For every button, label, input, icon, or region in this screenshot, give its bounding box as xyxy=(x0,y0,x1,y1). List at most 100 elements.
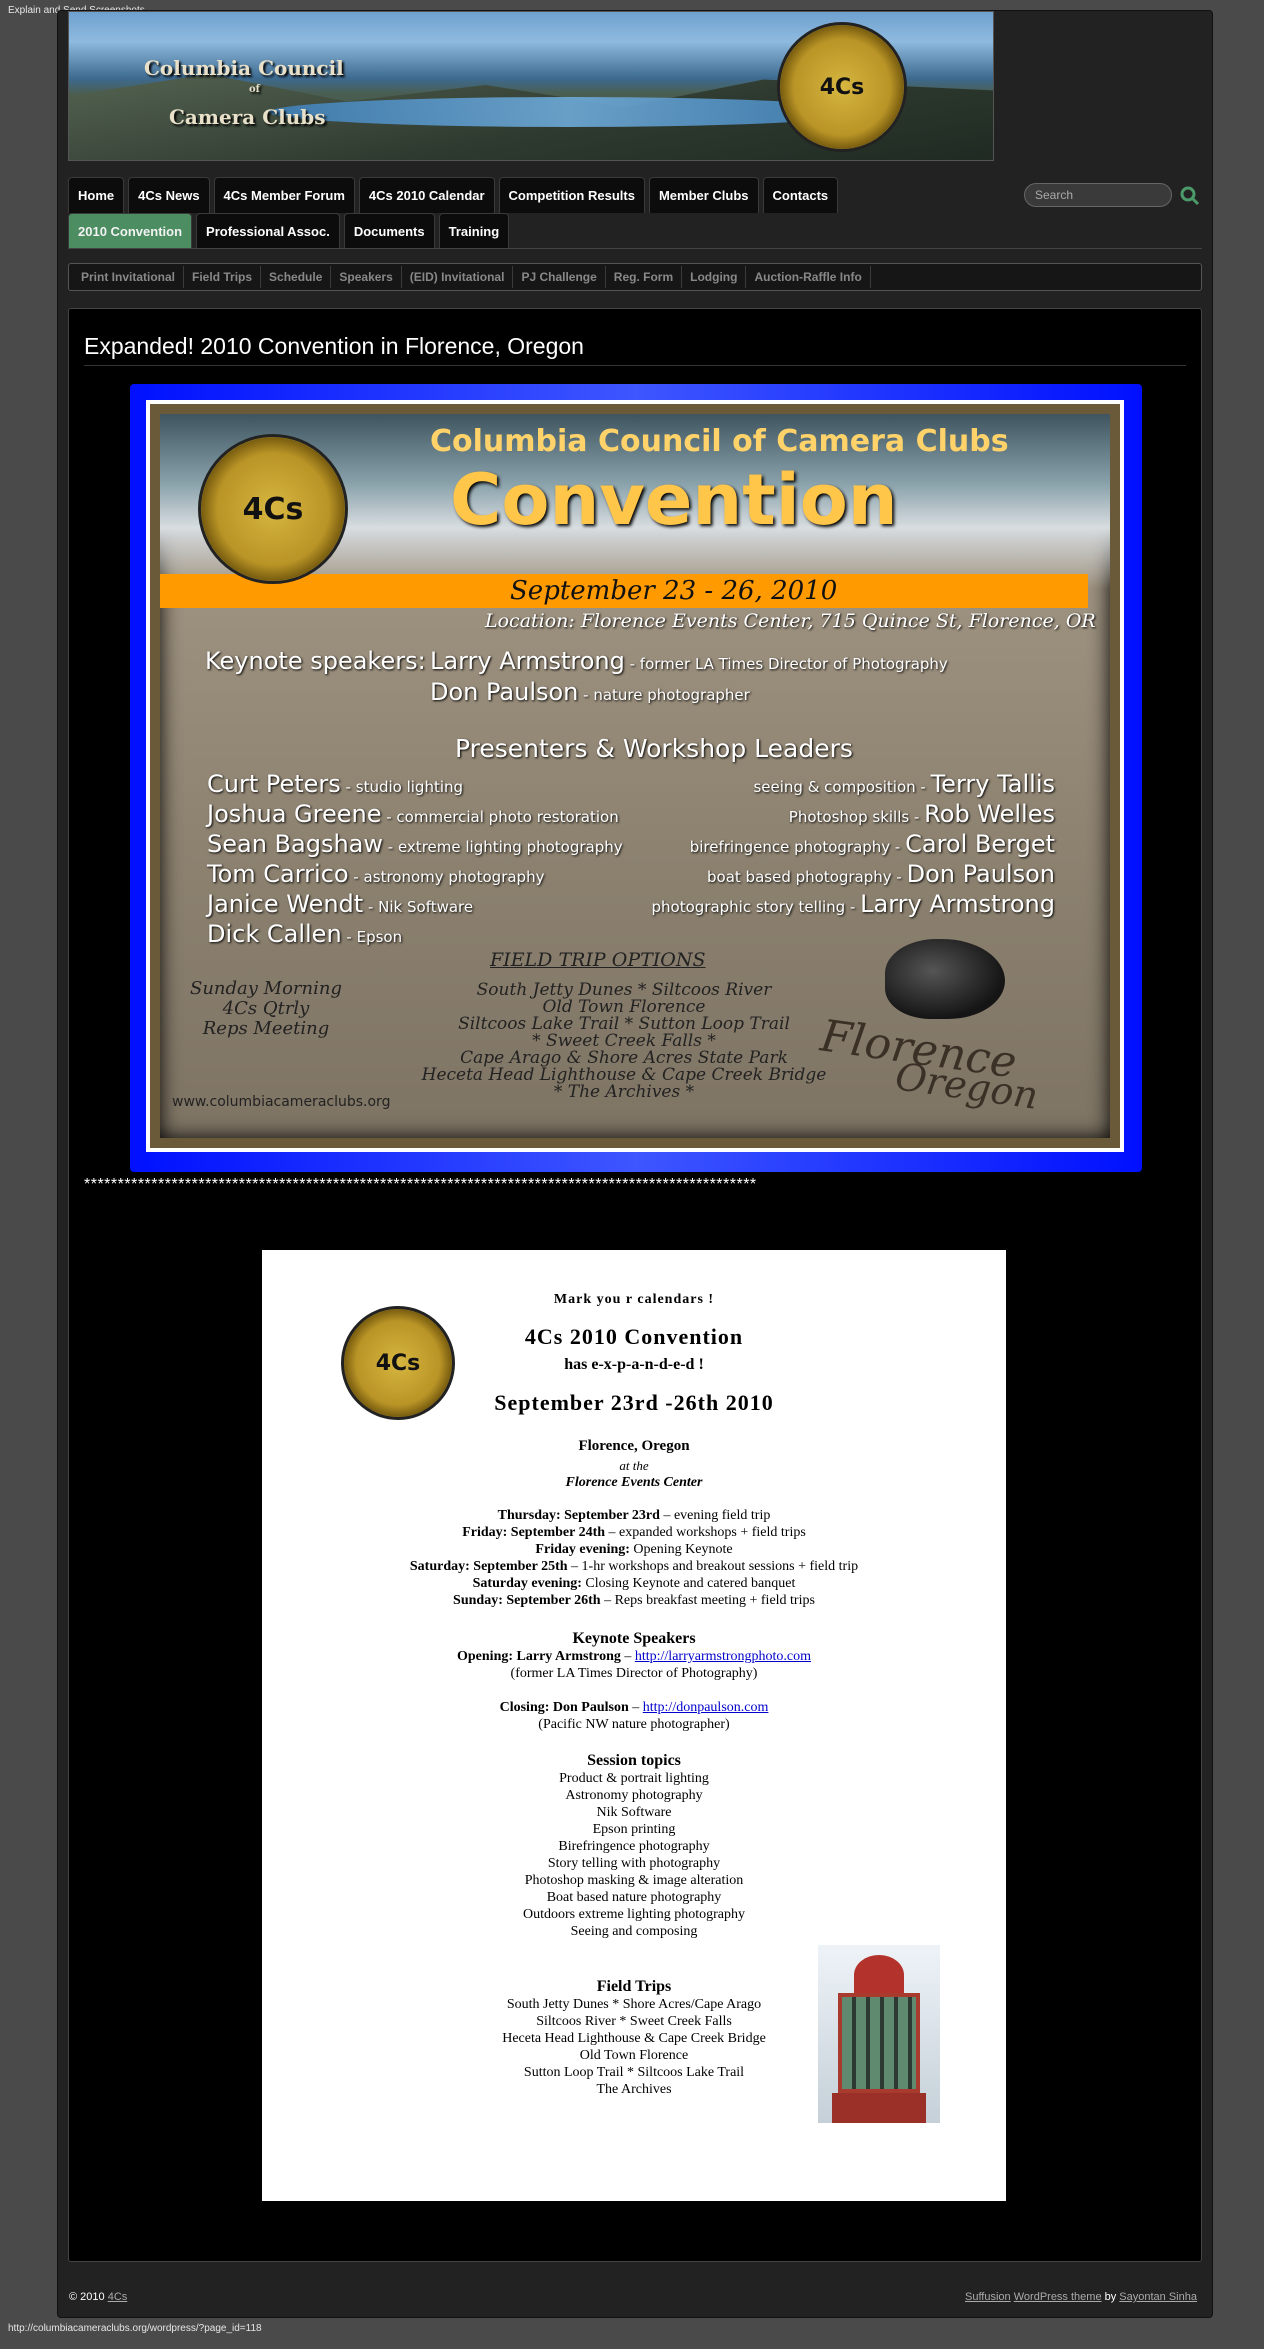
nav-calendar[interactable]: 4Cs 2010 Calendar xyxy=(358,177,495,213)
flyer-closing-keynote: Closing: Don Paulson – http://donpaulson… xyxy=(499,1700,769,1715)
flyer-topic: Boat based nature photography xyxy=(546,1890,722,1905)
flyer-schedule-item: Friday: September 24th – expanded worksh… xyxy=(462,1525,806,1540)
main-nav-row2: 2010 Convention Professional Assoc. Docu… xyxy=(68,213,510,249)
flyer-topic: Story telling with photography xyxy=(547,1856,721,1871)
nav-training[interactable]: Training xyxy=(438,213,510,249)
subnav-lodging[interactable]: Lodging xyxy=(682,266,747,288)
poster-keynote1: Larry Armstrong - former LA Times Direct… xyxy=(430,647,948,675)
asterisk-divider: ****************************************… xyxy=(84,1176,757,1193)
nav-documents[interactable]: Documents xyxy=(343,213,435,249)
flyer-topics-heading: Session topics xyxy=(587,1752,681,1769)
nav-member-forum[interactable]: 4Cs Member Forum xyxy=(213,177,355,213)
poster-org-name: Columbia Council of Camera Clubs xyxy=(430,424,1009,459)
poster-presenters-title: Presenters & Workshop Leaders xyxy=(455,734,853,763)
nav-2010-convention[interactable]: 2010 Convention xyxy=(68,213,193,249)
nav-home[interactable]: Home xyxy=(68,177,125,213)
poster-presenter-right: birefringence photography - Carol Berget xyxy=(689,830,1055,858)
flyer-trip: Sutton Loop Trail * Siltcoos Lake Trail xyxy=(523,2065,745,2080)
flyer-opening-note: (former LA Times Director of Photography… xyxy=(510,1666,758,1681)
main-nav-row1: Home 4Cs News 4Cs Member Forum 4Cs 2010 … xyxy=(68,177,839,213)
footer-wp-link[interactable]: WordPress theme xyxy=(1014,2291,1102,2303)
subnav-speakers[interactable]: Speakers xyxy=(331,266,402,288)
flyer-schedule-item: Saturday evening: Closing Keynote and ca… xyxy=(472,1576,796,1591)
title-underline xyxy=(84,365,1186,366)
poster-presenter-left: Joshua Greene - commercial photo restora… xyxy=(207,800,619,828)
flyer-trip: Old Town Florence xyxy=(579,2048,689,2063)
poster-location: Location: Florence Events Center, 715 Qu… xyxy=(485,610,1096,632)
browser-status-url: http://columbiacameraclubs.org/wordpress… xyxy=(8,2323,262,2334)
poster-presenter-left: Curt Peters - studio lighting xyxy=(207,770,464,798)
poster-field-trip-title: FIELD TRIP OPTIONS xyxy=(490,949,706,971)
flyer-dates: September 23rd -26th 2010 xyxy=(494,1390,774,1415)
poster-presenter-left: Tom Carrico - astronomy photography xyxy=(207,860,545,888)
poster-presenter-left: Dick Callen - Epson xyxy=(207,920,403,948)
flyer-mark-calendars: Mark you r calendars ! xyxy=(553,1292,715,1307)
flyer-topic: Outdoors extreme lighting photography xyxy=(522,1907,746,1922)
subnav-print-invitational[interactable]: Print Invitational xyxy=(73,266,185,288)
flyer-closing-note: (Pacific NW nature photographer) xyxy=(538,1717,730,1732)
banner-title-line3: Camera Clubs xyxy=(169,105,326,129)
nav-competition-results[interactable]: Competition Results xyxy=(498,177,645,213)
subnav-schedule[interactable]: Schedule xyxy=(261,266,332,288)
poster-keynote-label: Keynote speakers: xyxy=(205,647,426,675)
flyer-topic: Photoshop masking & image alteration xyxy=(524,1873,744,1888)
flyer-topic: Nik Software xyxy=(596,1805,672,1820)
flyer-opening-keynote: Opening: Larry Armstrong – http://larrya… xyxy=(457,1649,811,1664)
flyer-schedule-item: Friday evening: Opening Keynote xyxy=(535,1542,733,1557)
nav-member-clubs[interactable]: Member Clubs xyxy=(648,177,759,213)
nav-professional-assoc[interactable]: Professional Assoc. xyxy=(196,213,340,249)
sub-navigation: Print Invitational Field Trips Schedule … xyxy=(68,263,1202,291)
poster-url: www.columbiacameraclubs.org xyxy=(172,1094,391,1110)
search-icon[interactable] xyxy=(1180,186,1200,206)
nav-divider xyxy=(68,248,1202,249)
larry-armstrong-link[interactable]: http://larryarmstrongphoto.com xyxy=(635,1649,811,1664)
poster-seal-logo: 4Cs xyxy=(198,434,348,584)
flyer-topic: Product & portrait lighting xyxy=(559,1771,709,1786)
subnav-pj-challenge[interactable]: PJ Challenge xyxy=(513,266,606,288)
page-title: Expanded! 2010 Convention in Florence, O… xyxy=(84,333,584,359)
flyer-city: Florence, Oregon xyxy=(578,1438,690,1454)
footer-author-link[interactable]: Sayontan Sinha xyxy=(1119,2291,1197,2303)
subnav-eid-invitational[interactable]: (EID) Invitational xyxy=(402,266,514,288)
subnav-reg-form[interactable]: Reg. Form xyxy=(606,266,683,288)
poster-presenter-right: boat based photography - Don Paulson xyxy=(707,860,1055,888)
flyer-topic: Astronomy photography xyxy=(565,1788,703,1803)
flyer-schedule-item: Thursday: September 23rd – evening field… xyxy=(497,1508,771,1523)
poster-presenter-right: seeing & composition - Terry Tallis xyxy=(753,770,1055,798)
convention-flyer-document: 4Cs Mark you r calendars ! 4Cs 2010 Conv… xyxy=(262,1250,1006,2201)
footer-theme-link[interactable]: Suffusion xyxy=(965,2291,1011,2303)
search-input[interactable]: Search xyxy=(1024,183,1172,207)
flyer-topic: Seeing and composing xyxy=(570,1924,698,1939)
poster-presenter-left: Sean Bagshaw - extreme lighting photogra… xyxy=(207,830,623,858)
footer-site-link[interactable]: 4Cs xyxy=(108,2291,128,2303)
beach-rock-image xyxy=(885,939,1005,1019)
nav-contacts[interactable]: Contacts xyxy=(762,177,839,213)
flyer-schedule-item: Saturday: September 25th – 1-hr workshop… xyxy=(409,1559,859,1574)
poster-dates: September 23 - 26, 2010 xyxy=(510,576,838,606)
subnav-field-trips[interactable]: Field Trips xyxy=(184,266,262,288)
flyer-trip: Heceta Head Lighthouse & Cape Creek Brid… xyxy=(502,2031,766,2046)
flyer-keynote-heading: Keynote Speakers xyxy=(572,1630,696,1647)
poster-keynote2: Don Paulson - nature photographer xyxy=(430,678,750,706)
flyer-trip: South Jetty Dunes * Shore Acres/Cape Ara… xyxy=(506,1997,762,2012)
poster-presenter-left: Janice Wendt - Nik Software xyxy=(207,890,474,918)
poster-headline: Convention xyxy=(450,459,898,541)
banner-title-line2: of xyxy=(249,84,260,95)
flyer-venue: Florence Events Center xyxy=(565,1475,703,1490)
flyer-expanded: has e-x-p-a-n-d-e-d ! xyxy=(564,1356,704,1373)
footer-credits: Suffusion WordPress theme by Sayontan Si… xyxy=(965,2291,1197,2303)
poster-presenter-right: Photoshop skills - Rob Welles xyxy=(788,800,1055,828)
banner-title-line1: Columbia Council xyxy=(144,56,344,80)
flyer-schedule-item: Sunday: September 26th – Reps breakfast … xyxy=(453,1593,815,1608)
subnav-auction-raffle[interactable]: Auction-Raffle Info xyxy=(746,266,871,288)
don-paulson-link[interactable]: http://donpaulson.com xyxy=(643,1700,769,1715)
flyer-trip: Siltcoos River * Sweet Creek Falls xyxy=(536,2014,732,2029)
convention-poster: 4Cs Columbia Council of Camera Clubs Con… xyxy=(146,400,1124,1152)
poster-sunday-meeting: Sunday Morning 4Cs Qtrly Reps Meeting xyxy=(190,978,342,1039)
flyer-trip: The Archives xyxy=(596,2082,672,2097)
header-banner[interactable]: Columbia Council of Camera Clubs 4Cs xyxy=(68,11,994,161)
poster-presenter-right: photographic story telling - Larry Armst… xyxy=(651,890,1056,918)
nav-4cs-news[interactable]: 4Cs News xyxy=(128,177,210,213)
flyer-topic: Epson printing xyxy=(592,1822,676,1837)
footer-copyright: © 2010 4Cs xyxy=(69,2291,128,2303)
